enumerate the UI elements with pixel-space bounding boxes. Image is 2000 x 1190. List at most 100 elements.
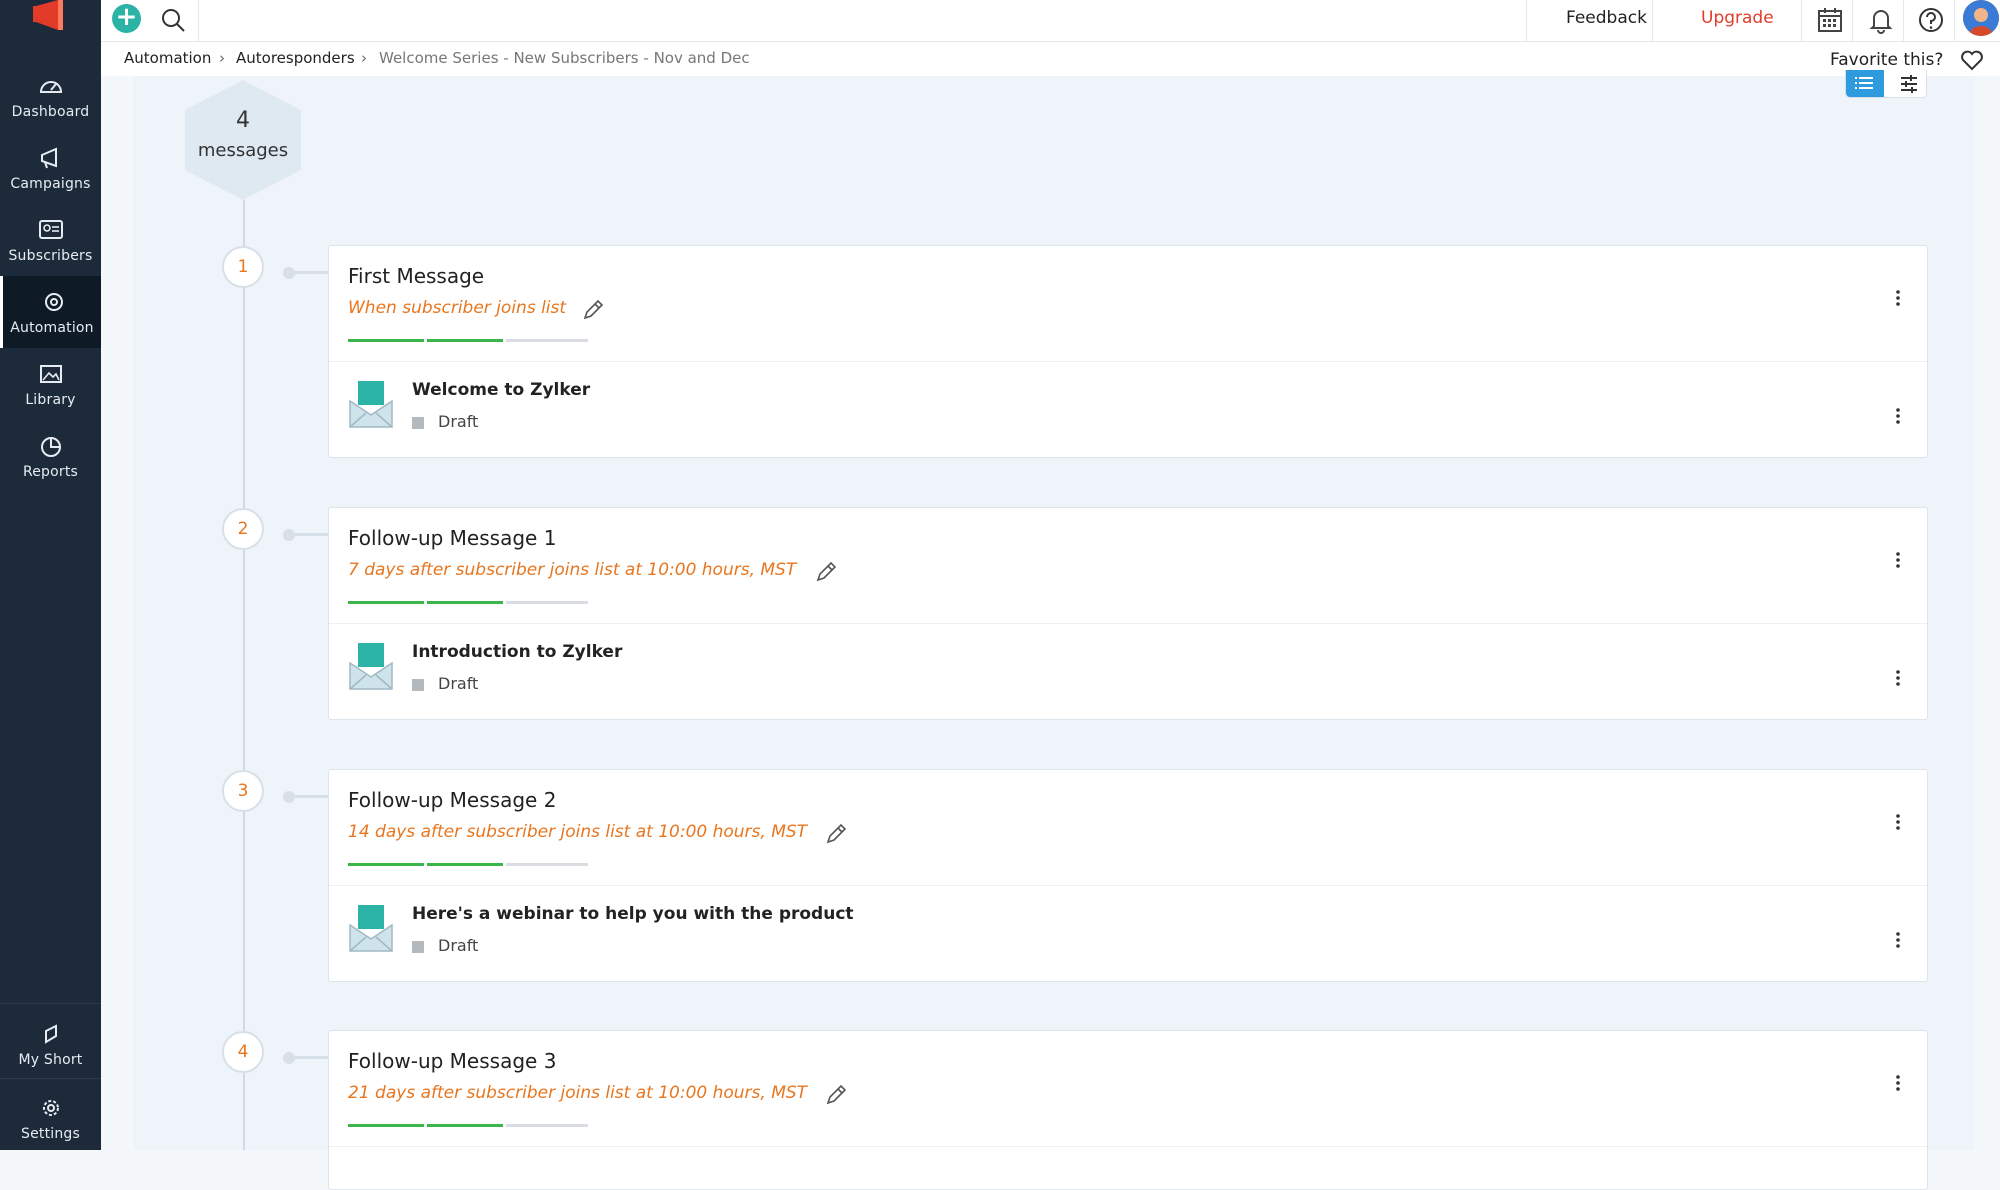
- message-title: Follow-up Message 2: [348, 788, 557, 812]
- envelope-icon: [349, 643, 393, 690]
- sidebar-item-label: Library: [25, 392, 76, 408]
- top-divider: [1526, 0, 1527, 42]
- message-card: First Message When subscriber joins list…: [328, 245, 1928, 458]
- add-button[interactable]: +: [112, 4, 141, 33]
- sidebar-item-reports[interactable]: Reports: [0, 420, 101, 492]
- more-options-icon[interactable]: [1895, 288, 1901, 308]
- pencil-icon[interactable]: [581, 298, 605, 322]
- card-divider: [329, 885, 1927, 886]
- sidebar-item-campaigns[interactable]: Campaigns: [0, 132, 101, 204]
- email-title[interactable]: Here's a webinar to help you with the pr…: [412, 904, 854, 924]
- card-divider: [329, 1146, 1927, 1147]
- message-trigger: 7 days after subscriber joins list at 10…: [348, 560, 797, 580]
- image-icon: [40, 365, 62, 383]
- sidebar-item-subscribers[interactable]: Subscribers: [0, 204, 101, 276]
- step-connector: [284, 795, 328, 798]
- email-title[interactable]: Introduction to Zylker: [412, 642, 622, 662]
- top-divider: [1801, 0, 1802, 42]
- sidebar-item-label: Dashboard: [11, 104, 90, 120]
- feedback-link[interactable]: Feedback: [1566, 8, 1647, 28]
- message-trigger: 14 days after subscriber joins list at 1…: [348, 822, 808, 842]
- message-title: Follow-up Message 1: [348, 526, 557, 550]
- status-badge: Draft: [438, 412, 479, 431]
- list-icon: [1855, 77, 1873, 89]
- breadcrumb-separator: ›: [219, 49, 225, 67]
- status-indicator: [412, 679, 424, 691]
- sidebar-divider: [0, 1003, 101, 1004]
- sidebar-item-settings[interactable]: Settings: [0, 1082, 101, 1154]
- card-divider: [329, 361, 1927, 362]
- avatar-image-icon: [1963, 0, 1999, 36]
- sidebar-item-label: Reports: [22, 464, 79, 480]
- search-icon[interactable]: [157, 4, 189, 36]
- status-indicator: [412, 417, 424, 429]
- top-divider: [1903, 0, 1904, 42]
- view-toggle: [1845, 70, 1927, 98]
- dashboard-icon: [39, 81, 63, 93]
- envelope-icon: [349, 381, 393, 428]
- step-connector: [284, 1056, 328, 1059]
- workflow-view-button[interactable]: [1890, 70, 1928, 97]
- sidebar-item-my-short[interactable]: My Short: [0, 1008, 101, 1080]
- avatar[interactable]: [1963, 0, 1999, 36]
- step-number: 1: [222, 246, 264, 288]
- sidebar-divider: [0, 1078, 101, 1079]
- more-options-icon[interactable]: [1895, 406, 1901, 426]
- top-divider: [198, 0, 199, 42]
- step-connector: [284, 533, 328, 536]
- megaphone-icon: [41, 147, 57, 169]
- more-options-icon[interactable]: [1895, 812, 1901, 832]
- calendar-icon[interactable]: [1815, 5, 1845, 35]
- breadcrumb-item-autoresponders[interactable]: Autoresponders: [236, 49, 355, 67]
- sidebar-item-label: Subscribers: [8, 248, 93, 264]
- bell-icon[interactable]: [1866, 5, 1896, 35]
- email-title[interactable]: Welcome to Zylker: [412, 380, 590, 400]
- sidebar-item-label: Campaigns: [10, 176, 91, 192]
- help-icon[interactable]: [1916, 5, 1946, 35]
- sidebar-item-automation[interactable]: Automation: [0, 276, 101, 348]
- more-options-icon[interactable]: [1895, 930, 1901, 950]
- megaphone-logo-icon[interactable]: [30, 0, 70, 32]
- step-number: 3: [222, 770, 264, 812]
- shortcut-icon: [45, 1024, 57, 1044]
- message-title: First Message: [348, 264, 485, 288]
- list-view-button[interactable]: [1846, 70, 1884, 97]
- breadcrumb-separator: ›: [361, 49, 367, 67]
- status-indicator: [412, 941, 424, 953]
- automation-icon: [45, 293, 63, 311]
- favorite-label: Favorite this?: [1830, 50, 1944, 70]
- step-number: 2: [222, 508, 264, 550]
- more-options-icon[interactable]: [1895, 550, 1901, 570]
- sidebar-item-library[interactable]: Library: [0, 348, 101, 420]
- sidebar-item-label: Settings: [20, 1126, 81, 1142]
- message-card: Follow-up Message 3 21 days after subscr…: [328, 1030, 1928, 1190]
- heart-icon[interactable]: [1959, 48, 1985, 72]
- breadcrumb: Automation › Autoresponders › Welcome Se…: [101, 42, 2000, 76]
- envelope-icon: [349, 905, 393, 952]
- subscribers-icon: [39, 220, 63, 239]
- message-trigger: When subscriber joins list: [348, 298, 567, 318]
- sidebar-item-label: Automation: [10, 320, 94, 336]
- pencil-icon[interactable]: [814, 560, 838, 584]
- progress-bar: [348, 863, 588, 867]
- pencil-icon[interactable]: [824, 822, 848, 846]
- timeline-line: [243, 200, 245, 1150]
- sliders-icon: [1901, 75, 1917, 93]
- top-divider: [1852, 0, 1853, 42]
- sidebar-item-dashboard[interactable]: Dashboard: [0, 60, 101, 132]
- message-count-label: messages: [197, 140, 289, 161]
- progress-bar: [348, 1124, 588, 1128]
- top-divider: [1652, 0, 1653, 42]
- breadcrumb-item-current: Welcome Series - New Subscribers - Nov a…: [379, 49, 750, 67]
- more-options-icon[interactable]: [1895, 668, 1901, 688]
- card-divider: [329, 623, 1927, 624]
- more-options-icon[interactable]: [1895, 1073, 1901, 1093]
- progress-bar: [348, 339, 588, 343]
- pencil-icon[interactable]: [824, 1083, 848, 1107]
- status-badge: Draft: [438, 936, 479, 955]
- message-count: 4: [236, 108, 250, 133]
- breadcrumb-item-automation[interactable]: Automation: [124, 49, 211, 67]
- upgrade-link[interactable]: Upgrade: [1701, 8, 1774, 28]
- sidebar: Dashboard Campaigns Subscribers Automati…: [0, 0, 101, 1150]
- message-card: Follow-up Message 2 14 days after subscr…: [328, 769, 1928, 982]
